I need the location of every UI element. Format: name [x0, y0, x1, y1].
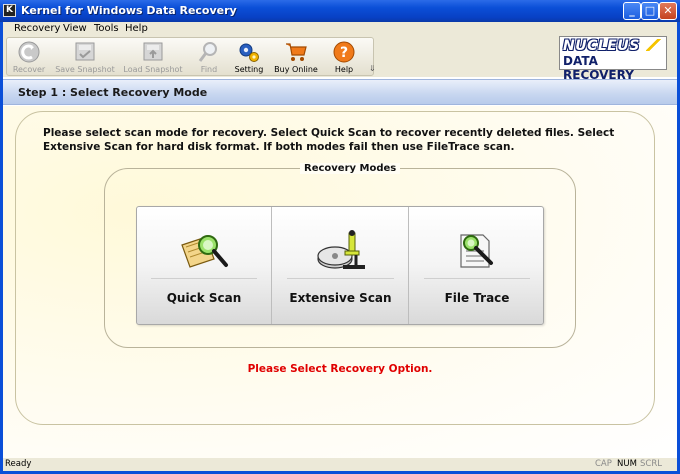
quick-scan-button[interactable]: Quick Scan — [137, 207, 272, 324]
maximize-button[interactable]: □ — [641, 2, 659, 20]
load-snapshot-label: Load Snapshot — [123, 65, 183, 74]
load-snapshot-button[interactable]: Load Snapshot — [121, 39, 185, 75]
scrl-indicator: SCRL — [640, 459, 662, 469]
step-header: Step 1 : Select Recovery Mode — [3, 79, 677, 105]
quick-scan-icon — [181, 235, 228, 268]
help-label: Help — [334, 65, 354, 74]
file-trace-icon — [460, 234, 493, 268]
quick-scan-label: Quick Scan — [166, 291, 242, 305]
help-icon: ? — [333, 41, 355, 63]
toolbar: Recover Save Snapshot Load Snapshot Find… — [6, 37, 376, 76]
instructions-text: Please select scan mode for recovery. Se… — [43, 127, 615, 153]
num-indicator: NUM — [617, 459, 637, 469]
app-icon[interactable]: K — [3, 4, 16, 17]
extensive-scan-label: Extensive Scan — [289, 291, 392, 305]
help-button[interactable]: ? Help — [325, 39, 363, 75]
find-label: Find — [200, 65, 218, 74]
recover-icon — [18, 41, 40, 63]
load-snapshot-icon — [143, 42, 163, 61]
status-bar: Ready CAP NUM SCRL — [3, 458, 677, 471]
cap-indicator: CAP — [595, 459, 612, 469]
file-trace-divider — [424, 278, 530, 279]
menu-bar: Recovery View Tools Help — [3, 22, 677, 37]
find-button[interactable]: Find — [191, 39, 227, 75]
file-trace-label: File Trace — [444, 291, 510, 305]
status-text: Ready — [5, 459, 32, 469]
content-area: Please select scan mode for recovery. Se… — [3, 106, 677, 458]
shopping-cart-icon — [286, 43, 307, 61]
find-icon — [198, 42, 217, 62]
close-button[interactable]: ✕ — [659, 2, 677, 20]
save-snapshot-icon — [75, 42, 95, 61]
setting-button[interactable]: Setting — [231, 39, 267, 75]
recovery-mode-cards: Quick Scan Extensive Scan File Trace — [136, 206, 544, 325]
step-title: Step 1 : Select Recovery Mode — [18, 86, 208, 99]
buy-online-button[interactable]: Buy Online — [271, 39, 321, 75]
window-title: Kernel for Windows Data Recovery — [21, 4, 237, 17]
selection-prompt: Please Select Recovery Option. — [247, 363, 433, 375]
file-trace-button[interactable]: File Trace — [410, 207, 544, 324]
title-bar: K Kernel for Windows Data Recovery _ □ ✕ — [0, 0, 680, 22]
extensive-scan-icon — [316, 230, 365, 269]
svg-text:?: ? — [340, 45, 348, 61]
recover-button[interactable]: Recover — [9, 39, 49, 75]
recovery-modes-legend: Recovery Modes — [300, 163, 401, 174]
setting-label: Setting — [234, 65, 264, 74]
quick-scan-divider — [151, 278, 257, 279]
extensive-scan-button[interactable]: Extensive Scan — [273, 207, 409, 324]
toolbar-overflow-icon[interactable]: ⇓ — [369, 64, 376, 73]
extensive-scan-divider — [287, 278, 394, 279]
buy-online-label: Buy Online — [274, 65, 318, 74]
save-snapshot-button[interactable]: Save Snapshot — [53, 39, 117, 75]
logo-stripe-icon — [646, 39, 662, 51]
minimize-button[interactable]: _ — [623, 2, 641, 20]
menu-recovery[interactable]: Recovery — [14, 23, 60, 34]
menu-help[interactable]: Help — [125, 23, 148, 34]
recover-label: Recover — [12, 65, 46, 74]
nucleus-logo: NUCLEUS DATA RECOVERY — [559, 36, 667, 82]
menu-view[interactable]: View — [63, 23, 87, 34]
menu-tools[interactable]: Tools — [94, 23, 119, 34]
save-snapshot-label: Save Snapshot — [55, 65, 115, 74]
gears-icon — [239, 43, 259, 62]
logo-line2: DATA RECOVERY — [563, 54, 634, 82]
